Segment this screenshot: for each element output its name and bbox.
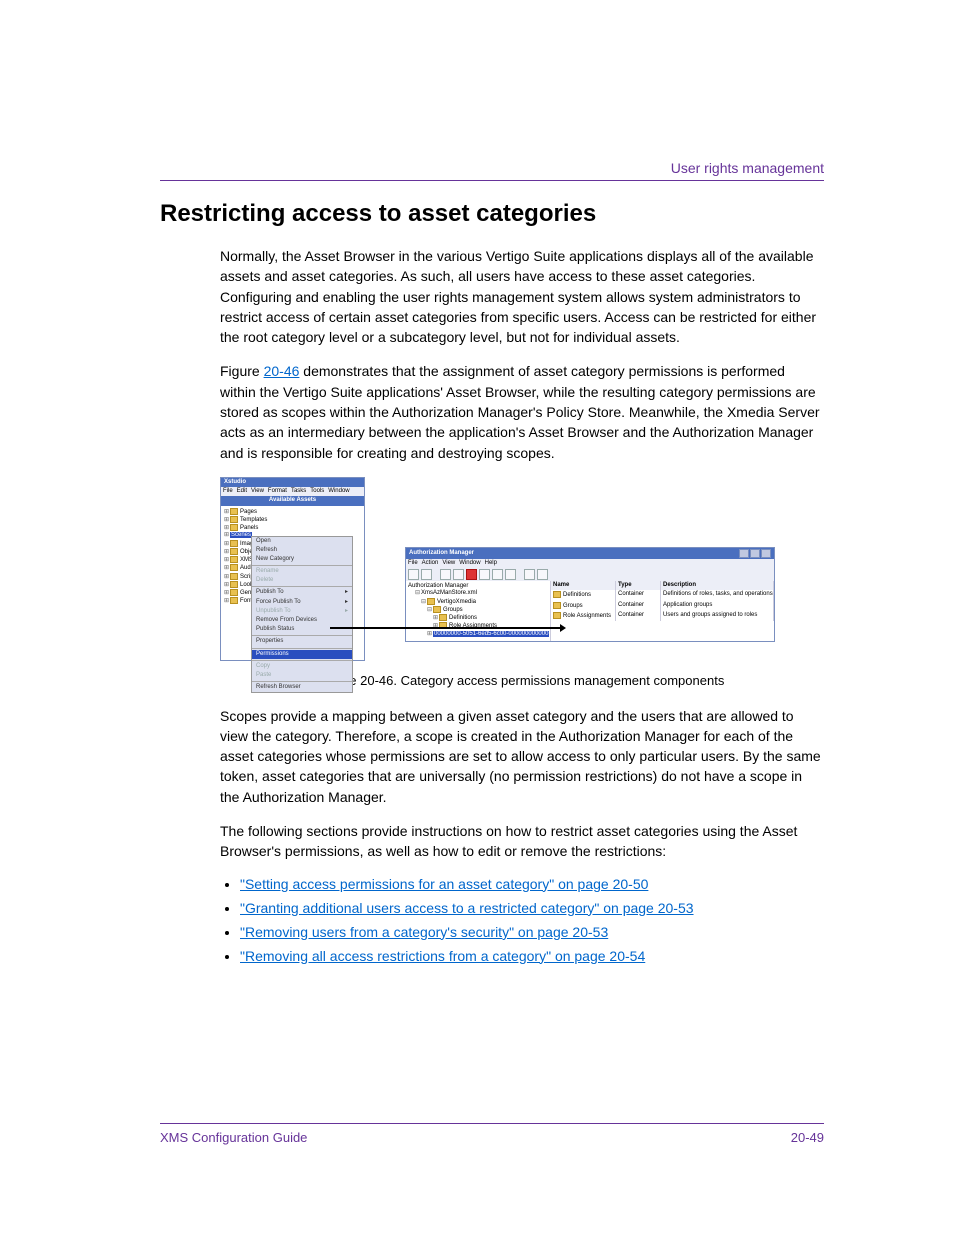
asset-tree: ⊞Pages ⊞Templates ⊞Panels ⊞Scenes ⊞Image… — [221, 506, 364, 660]
authmgr-titlebar: Authorization Manager — [406, 548, 774, 559]
link-setting-permissions[interactable]: "Setting access permissions for an asset… — [240, 876, 648, 892]
related-links-list: "Setting access permissions for an asset… — [220, 876, 824, 964]
ctx-delete: Delete — [252, 576, 352, 585]
arrow-connector — [330, 627, 560, 629]
figure-20-46: Xstudio File Edit View Format Tasks Tool… — [220, 477, 824, 661]
paragraph-intro: Normally, the Asset Browser in the vario… — [220, 246, 824, 347]
authmgr-menubar: File Action View Window Help — [406, 559, 774, 568]
figure-link[interactable]: 20-46 — [264, 363, 300, 379]
ctx-rename: Rename — [252, 567, 352, 576]
ctx-force-publish-to[interactable]: Force Publish To▸ — [252, 598, 352, 607]
ctx-refresh[interactable]: Refresh — [252, 546, 352, 555]
xstudio-window: Xstudio File Edit View Format Tasks Tool… — [220, 477, 365, 661]
link-removing-users[interactable]: "Removing users from a category's securi… — [240, 924, 608, 940]
link-granting-users[interactable]: "Granting additional users access to a r… — [240, 900, 694, 916]
ctx-publish-to[interactable]: Publish To▸ — [252, 588, 352, 597]
footer-page-number: 20-49 — [791, 1130, 824, 1145]
ctx-unpublish-to: Unpublish To▸ — [252, 607, 352, 616]
context-menu: Open Refresh New Category Rename Delete … — [251, 536, 353, 694]
authmgr-toolbar — [406, 568, 774, 581]
ctx-copy: Copy — [252, 662, 352, 671]
paragraph-scopes: Scopes provide a mapping between a given… — [220, 706, 824, 807]
link-removing-restrictions[interactable]: "Removing all access restrictions from a… — [240, 948, 645, 964]
xstudio-titlebar: Xstudio — [221, 478, 364, 487]
delete-icon[interactable] — [466, 569, 477, 580]
authmgr-grid: Name Type Description Definitions Contai… — [551, 581, 774, 641]
authmgr-tree: Authorization Manager ⊟XmsAzManStore.xml… — [406, 581, 551, 641]
available-assets-header: Available Assets — [221, 496, 364, 505]
xstudio-menubar: File Edit View Format Tasks Tools Window — [221, 487, 364, 496]
ctx-new-category[interactable]: New Category — [252, 555, 352, 564]
ctx-remove-from-devices[interactable]: Remove From Devices — [252, 616, 352, 625]
paragraph-figure-ref: Figure 20-46 demonstrates that the assig… — [220, 361, 824, 462]
ctx-refresh-browser[interactable]: Refresh Browser — [252, 683, 352, 692]
ctx-properties[interactable]: Properties — [252, 637, 352, 646]
header-rule — [160, 180, 824, 181]
ctx-permissions[interactable]: Permissions — [252, 650, 352, 659]
paragraph-sections-intro: The following sections provide instructi… — [220, 821, 824, 862]
ctx-paste: Paste — [252, 671, 352, 680]
page-footer: XMS Configuration Guide 20-49 — [160, 1123, 824, 1145]
ctx-open[interactable]: Open — [252, 537, 352, 546]
section-header: User rights management — [671, 160, 824, 176]
footer-doc-title: XMS Configuration Guide — [160, 1130, 307, 1145]
page-title: Restricting access to asset categories — [160, 200, 824, 228]
